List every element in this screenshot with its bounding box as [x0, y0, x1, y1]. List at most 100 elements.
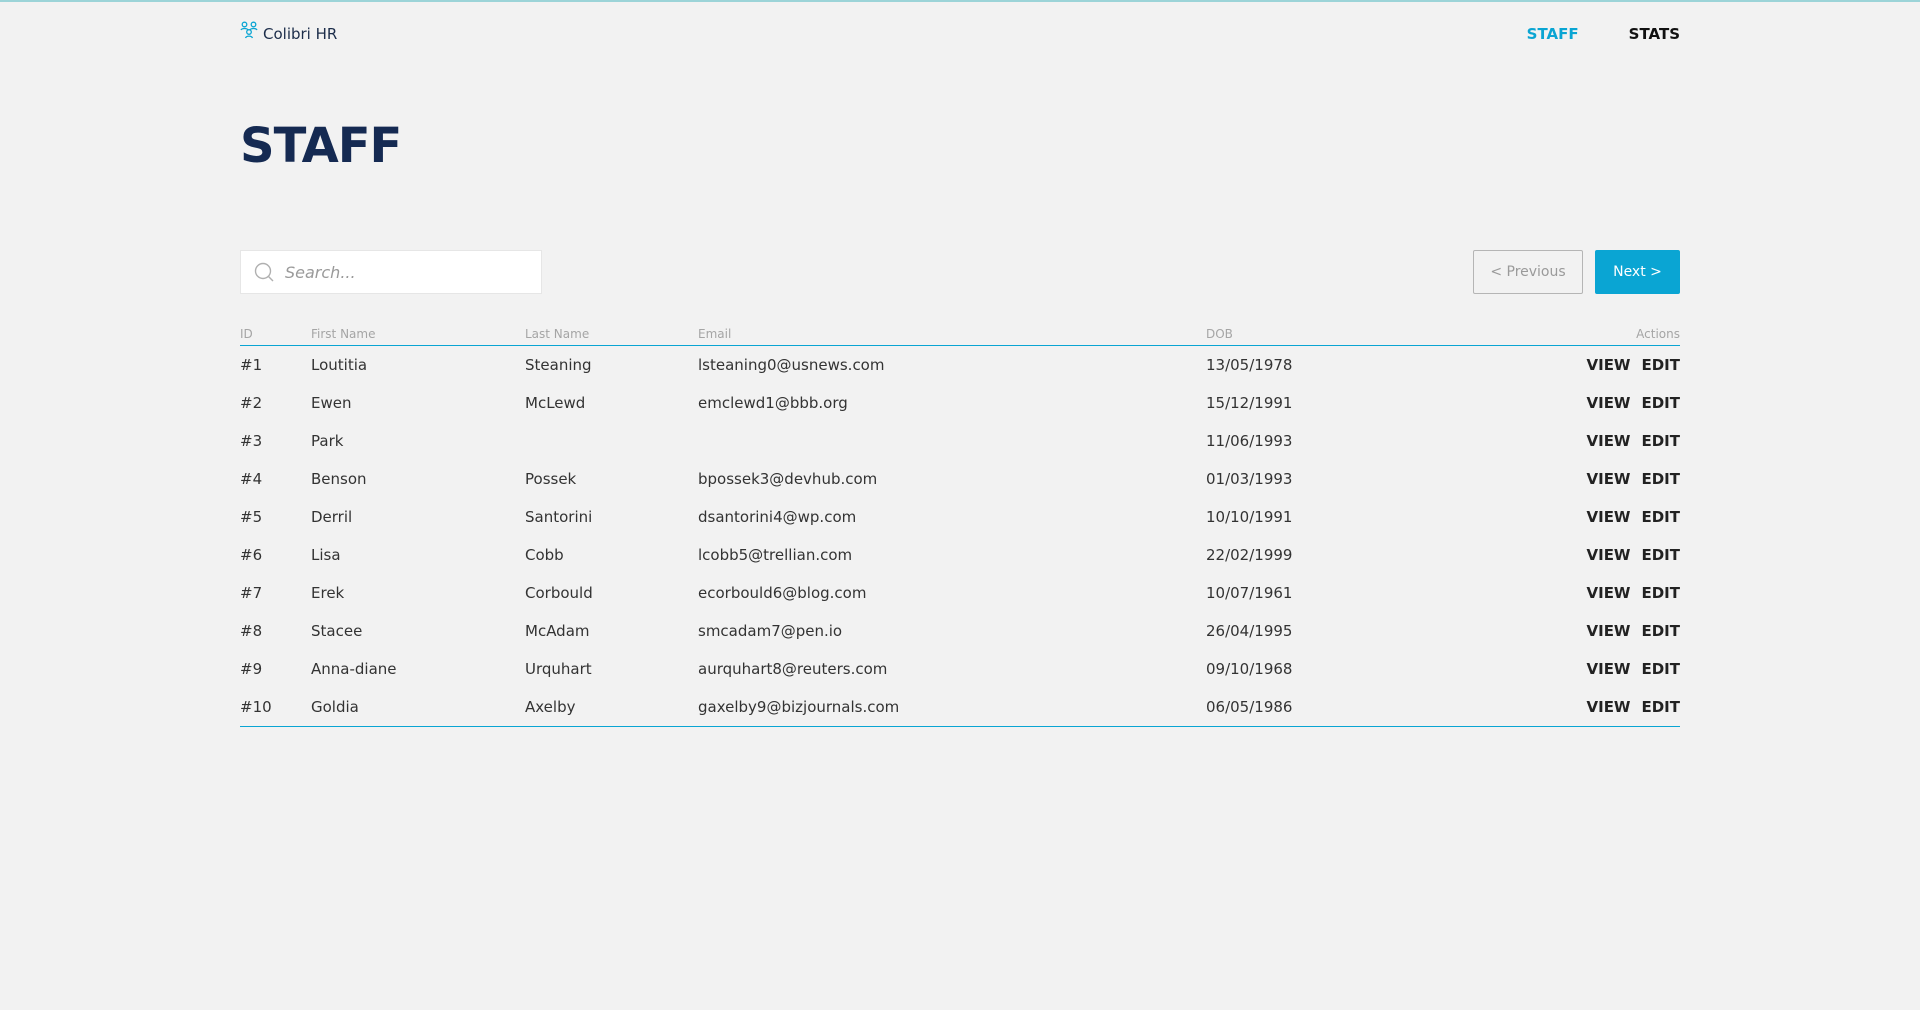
table-row: #8 Stacee McAdam smcadam7@pen.io 26/04/1…	[240, 612, 1680, 650]
search-box[interactable]	[240, 250, 542, 294]
table-row: #3 Park 11/06/1993 VIEW EDIT	[240, 422, 1680, 460]
cell-first-name: Derril	[311, 508, 353, 526]
header-last-name: Last Name	[525, 326, 590, 341]
table-row: #1 Loutitia Steaning lsteaning0@usnews.c…	[240, 346, 1680, 384]
view-link[interactable]: VIEW	[1587, 546, 1631, 564]
edit-link[interactable]: EDIT	[1641, 622, 1680, 640]
cell-dob: 11/06/1993	[1206, 432, 1293, 450]
cell-actions: VIEW EDIT	[1406, 660, 1681, 678]
cell-dob: 15/12/1991	[1206, 394, 1293, 412]
header-first-name: First Name	[311, 326, 376, 341]
view-link[interactable]: VIEW	[1587, 660, 1631, 678]
cell-email: dsantorini4@wp.com	[698, 508, 857, 526]
cell-dob: 26/04/1995	[1206, 622, 1293, 640]
edit-link[interactable]: EDIT	[1641, 470, 1680, 488]
view-link[interactable]: VIEW	[1587, 584, 1631, 602]
brand[interactable]: Colibri HR	[240, 20, 337, 48]
table-row: #6 Lisa Cobb lcobb5@trellian.com 22/02/1…	[240, 536, 1680, 574]
search-icon	[254, 262, 274, 282]
cell-first-name: Ewen	[311, 394, 352, 412]
table-row: #5 Derril Santorini dsantorini4@wp.com 1…	[240, 498, 1680, 536]
cell-last-name: Cobb	[525, 546, 564, 564]
view-link[interactable]: VIEW	[1587, 470, 1631, 488]
cell-email: gaxelby9@bizjournals.com	[698, 698, 900, 716]
cell-id: #9	[240, 660, 263, 678]
cell-last-name: Axelby	[525, 698, 576, 716]
cell-actions: VIEW EDIT	[1406, 394, 1681, 412]
cell-dob: 13/05/1978	[1206, 356, 1293, 374]
edit-link[interactable]: EDIT	[1641, 546, 1680, 564]
edit-link[interactable]: EDIT	[1641, 508, 1680, 526]
cell-actions: VIEW EDIT	[1406, 584, 1681, 602]
previous-button[interactable]: < Previous	[1473, 250, 1583, 294]
table-row: #7 Erek Corbould ecorbould6@blog.com 10/…	[240, 574, 1680, 612]
edit-link[interactable]: EDIT	[1641, 660, 1680, 678]
header: Colibri HR STAFF STATS	[240, 20, 1680, 48]
cell-dob: 22/02/1999	[1206, 546, 1293, 564]
cell-id: #4	[240, 470, 263, 488]
edit-link[interactable]: EDIT	[1641, 584, 1680, 602]
cell-email: aurquhart8@reuters.com	[698, 660, 888, 678]
cell-id: #7	[240, 584, 263, 602]
cell-last-name: Possek	[525, 470, 577, 488]
view-link[interactable]: VIEW	[1587, 622, 1631, 640]
edit-link[interactable]: EDIT	[1641, 432, 1680, 450]
cell-actions: VIEW EDIT	[1406, 508, 1681, 526]
view-link[interactable]: VIEW	[1587, 432, 1631, 450]
cell-email: smcadam7@pen.io	[698, 622, 843, 640]
nav-staff-link[interactable]: STAFF	[1527, 20, 1579, 48]
next-button[interactable]: Next >	[1595, 250, 1680, 294]
people-icon	[240, 21, 258, 39]
cell-email: bpossek3@devhub.com	[698, 470, 878, 488]
edit-link[interactable]: EDIT	[1641, 698, 1680, 716]
brand-name: Colibri HR	[263, 25, 338, 43]
cell-email: lcobb5@trellian.com	[698, 546, 853, 564]
cell-email: lsteaning0@usnews.com	[698, 356, 885, 374]
cell-last-name: Santorini	[525, 508, 593, 526]
cell-actions: VIEW EDIT	[1406, 470, 1681, 488]
top-accent-line	[0, 0, 1920, 2]
table-row: #9 Anna-diane Urquhart aurquhart8@reuter…	[240, 650, 1680, 688]
header-id: ID	[240, 326, 253, 341]
cell-actions: VIEW EDIT	[1406, 698, 1681, 716]
search-input[interactable]	[285, 262, 525, 282]
cell-id: #3	[240, 432, 263, 450]
cell-first-name: Stacee	[311, 622, 363, 640]
cell-dob: 06/05/1986	[1206, 698, 1293, 716]
cell-id: #6	[240, 546, 263, 564]
cell-first-name: Goldia	[311, 698, 359, 716]
edit-link[interactable]: EDIT	[1641, 356, 1680, 374]
cell-first-name: Lisa	[311, 546, 341, 564]
view-link[interactable]: VIEW	[1587, 356, 1631, 374]
cell-last-name: Urquhart	[525, 660, 592, 678]
cell-actions: VIEW EDIT	[1406, 356, 1681, 374]
view-link[interactable]: VIEW	[1587, 394, 1631, 412]
cell-first-name: Loutitia	[311, 356, 368, 374]
staff-table: ID First Name Last Name Email DOB Action…	[240, 322, 1680, 727]
view-link[interactable]: VIEW	[1587, 508, 1631, 526]
cell-email: emclewd1@bbb.org	[698, 394, 848, 412]
cell-actions: VIEW EDIT	[1406, 622, 1681, 640]
main-nav: STAFF STATS	[1527, 20, 1680, 48]
header-dob: DOB	[1206, 326, 1233, 341]
table-row: #4 Benson Possek bpossek3@devhub.com 01/…	[240, 460, 1680, 498]
cell-last-name: McLewd	[525, 394, 586, 412]
cell-last-name: McAdam	[525, 622, 590, 640]
cell-first-name: Anna-diane	[311, 660, 397, 678]
table-body: #1 Loutitia Steaning lsteaning0@usnews.c…	[240, 346, 1680, 727]
cell-id: #1	[240, 356, 263, 374]
cell-email: ecorbould6@blog.com	[698, 584, 867, 602]
view-link[interactable]: VIEW	[1587, 698, 1631, 716]
pagination: < Previous Next >	[1473, 250, 1680, 294]
cell-dob: 09/10/1968	[1206, 660, 1293, 678]
cell-last-name: Steaning	[525, 356, 592, 374]
edit-link[interactable]: EDIT	[1641, 394, 1680, 412]
nav-stats-link[interactable]: STATS	[1629, 20, 1680, 48]
cell-id: #5	[240, 508, 263, 526]
cell-id: #2	[240, 394, 263, 412]
cell-dob: 10/10/1991	[1206, 508, 1293, 526]
table-row: #10 Goldia Axelby gaxelby9@bizjournals.c…	[240, 688, 1680, 726]
table-row: #2 Ewen McLewd emclewd1@bbb.org 15/12/19…	[240, 384, 1680, 422]
cell-last-name: Corbould	[525, 584, 593, 602]
cell-dob: 01/03/1993	[1206, 470, 1293, 488]
